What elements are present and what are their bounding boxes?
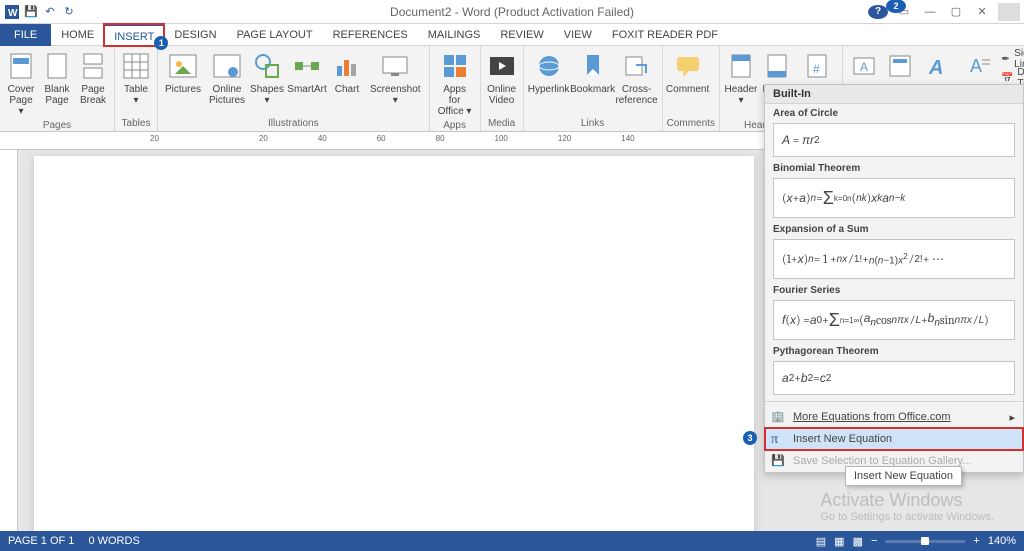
view-web-icon[interactable]: ▩	[853, 535, 863, 548]
close-icon[interactable]: ✕	[972, 5, 992, 18]
zoom-slider[interactable]	[885, 540, 965, 543]
svg-text:#: #	[813, 62, 820, 76]
zoom-level[interactable]: 140%	[988, 535, 1016, 547]
chart-button[interactable]: Chart	[330, 48, 364, 97]
svg-text:W: W	[8, 8, 18, 19]
more-equations-item[interactable]: 🏢More Equations from Office.com▸	[765, 406, 1023, 428]
redo-icon[interactable]: ↻	[61, 4, 77, 20]
tab-mailings[interactable]: MAILINGS	[418, 24, 491, 46]
quick-access: W 💾 ↶ ↻	[0, 4, 77, 20]
undo-icon[interactable]: ↶	[42, 4, 58, 20]
svg-text:A: A	[970, 56, 982, 76]
word-app-icon: W	[4, 4, 20, 20]
vertical-ruler	[0, 150, 18, 531]
help-icon[interactable]: ?2	[868, 5, 888, 19]
zoom-out-icon[interactable]: −	[871, 535, 877, 547]
document-page[interactable]	[34, 156, 754, 531]
minimize-icon[interactable]: —	[920, 6, 940, 18]
cover-page-button[interactable]: CoverPage ▾	[4, 48, 38, 119]
pi-icon: π	[771, 432, 787, 448]
blank-page-button[interactable]: BlankPage	[40, 48, 74, 108]
shapes-button[interactable]: Shapes▾	[250, 48, 284, 108]
eq-title: Area of Circle	[765, 104, 1023, 121]
tooltip: Insert New Equation	[845, 466, 962, 486]
tab-page-layout[interactable]: PAGE LAYOUT	[227, 24, 323, 46]
pictures-button[interactable]: Pictures	[162, 48, 204, 97]
eq-title: Binomial Theorem	[765, 159, 1023, 176]
page-break-button[interactable]: PageBreak	[76, 48, 110, 108]
activate-watermark: Activate Windows Go to Settings to activ…	[820, 490, 994, 523]
apps-button[interactable]: Apps forOffice ▾	[434, 48, 476, 119]
tab-review[interactable]: REVIEW	[490, 24, 553, 46]
title-bar: W 💾 ↶ ↻ Document2 - Word (Product Activa…	[0, 0, 1024, 24]
header-button[interactable]: Header▾	[724, 48, 758, 108]
eq-pythagorean[interactable]: a2 + b2 = c2	[773, 361, 1015, 395]
cross-reference-button[interactable]: Cross-reference	[616, 48, 658, 108]
equation-dropdown: Built-In Area of Circle A = πr2 Binomial…	[764, 84, 1024, 473]
view-read-icon[interactable]: ▤	[816, 535, 826, 548]
save-gallery-icon: 💾	[771, 454, 787, 470]
eq-title: Fourier Series	[765, 281, 1023, 298]
eq-area-circle[interactable]: A = πr2	[773, 123, 1015, 157]
account-icon[interactable]	[998, 3, 1020, 21]
eq-expansion[interactable]: (1+x)n = 1 + nx⁄1! + n(n−1)x2⁄2! + ⋯	[773, 239, 1015, 279]
tab-insert[interactable]: INSERT1	[104, 24, 164, 46]
eq-title: Pythagorean Theorem	[765, 342, 1023, 359]
view-print-icon[interactable]: ▦	[834, 535, 844, 548]
dropdown-header: Built-In	[765, 85, 1023, 104]
signature-line-button[interactable]: ✒Signature Line ▾	[999, 50, 1024, 68]
table-button[interactable]: Table▾	[119, 48, 153, 108]
ribbon-tabs: FILE HOME INSERT1 DESIGN PAGE LAYOUT REF…	[0, 24, 1024, 46]
eq-binomial[interactable]: (x+a)n = Σk=0n (nk) xkan−k	[773, 178, 1015, 218]
signature-icon: ✒	[1001, 52, 1010, 66]
tab-foxit[interactable]: FOXIT READER PDF	[602, 24, 728, 46]
screenshot-button[interactable]: Screenshot▾	[366, 48, 425, 108]
svg-text:A: A	[860, 60, 868, 74]
office-icon: 🏢	[771, 410, 787, 426]
save-icon[interactable]: 💾	[23, 4, 39, 20]
hyperlink-button[interactable]: Hyperlink	[528, 48, 570, 97]
bookmark-button[interactable]: Bookmark	[572, 48, 614, 97]
word-count[interactable]: 0 WORDS	[88, 535, 139, 547]
eq-fourier[interactable]: f(x) = a0 + Σn=1∞ (an cos nπx⁄L + bn sin…	[773, 300, 1015, 340]
smartart-button[interactable]: SmartArt	[286, 48, 328, 97]
status-bar: PAGE 1 OF 1 0 WORDS ▤ ▦ ▩ − + 140%	[0, 531, 1024, 551]
eq-title: Expansion of a Sum	[765, 220, 1023, 237]
insert-new-equation-item[interactable]: πInsert New Equation 3	[765, 428, 1023, 450]
comment-button[interactable]: Comment	[667, 48, 709, 97]
tab-view[interactable]: VIEW	[554, 24, 602, 46]
calendar-icon: 📅	[1001, 71, 1013, 85]
zoom-in-icon[interactable]: +	[973, 535, 979, 547]
window-title: Document2 - Word (Product Activation Fai…	[390, 5, 634, 19]
tab-design[interactable]: DESIGN	[164, 24, 226, 46]
tab-home[interactable]: HOME	[51, 24, 104, 46]
online-video-button[interactable]: OnlineVideo	[485, 48, 519, 108]
tab-references[interactable]: REFERENCES	[323, 24, 418, 46]
restore-icon[interactable]: ▢	[946, 5, 966, 18]
svg-text:A: A	[928, 57, 943, 78]
page-count[interactable]: PAGE 1 OF 1	[8, 535, 74, 547]
tab-file[interactable]: FILE	[0, 24, 51, 46]
online-pictures-button[interactable]: OnlinePictures	[206, 48, 248, 108]
